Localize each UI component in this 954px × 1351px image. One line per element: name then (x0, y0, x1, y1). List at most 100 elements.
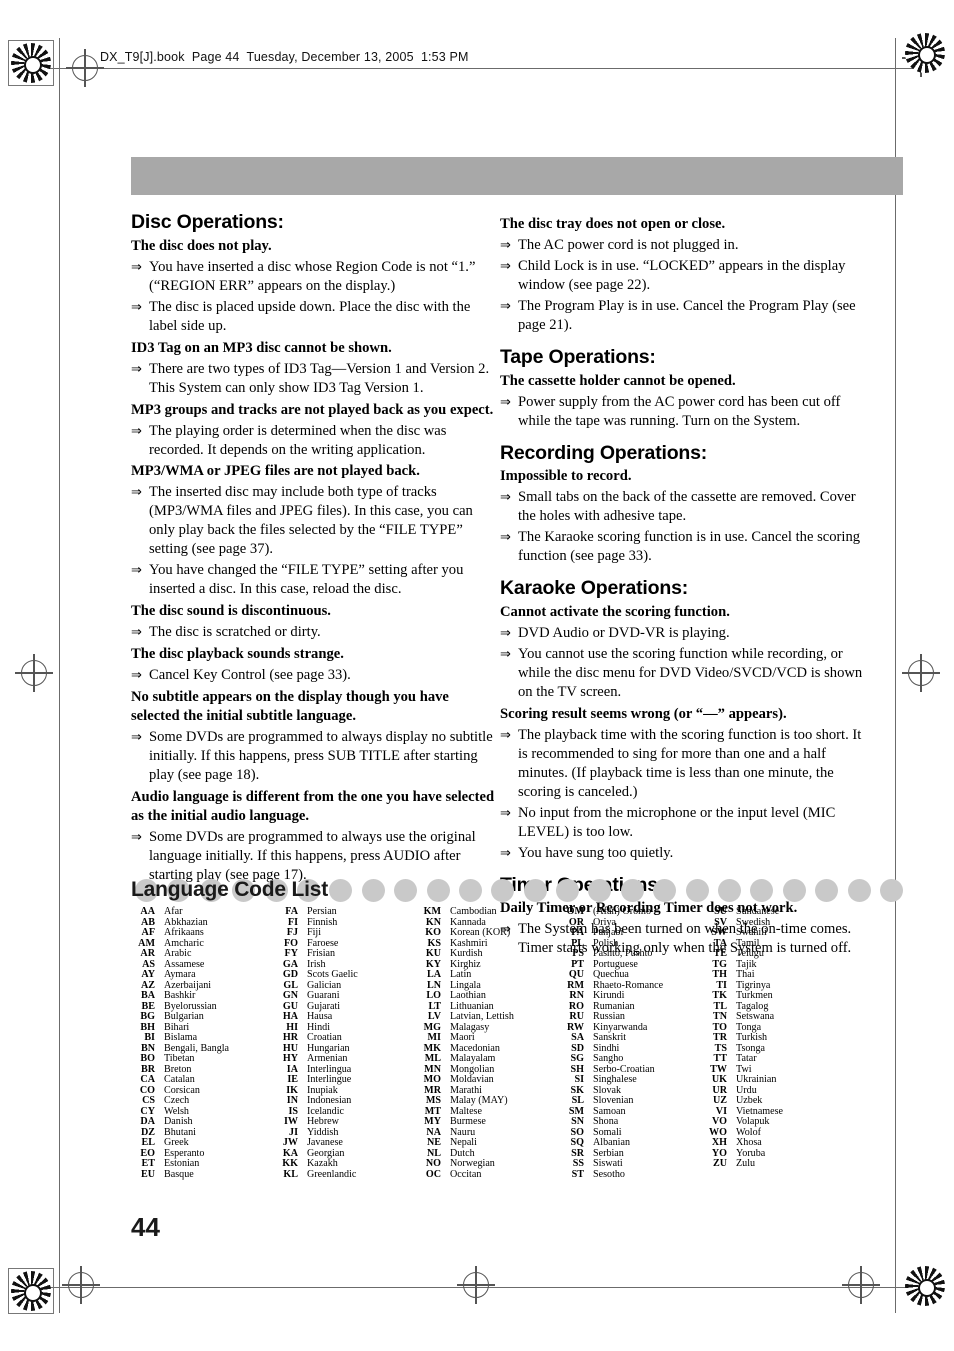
remedy-text: DVD Audio or DVD-VR is playing. (518, 625, 730, 642)
corner-target-bottom-left (11, 1271, 51, 1311)
language-code-row: DA Danish (131, 1116, 274, 1128)
arrow-bullet-icon: ⇒ (131, 360, 142, 376)
language-code: NO (425, 1158, 441, 1169)
remedy-item: ⇒ Some DVDs are programmed to always disp… (131, 728, 495, 785)
language-name: Albanian (593, 1137, 630, 1148)
language-code-row: SI Singhalese (560, 1074, 703, 1086)
language-code-row: WO Wolof (703, 1127, 863, 1139)
language-code-row: GD Scots Gaelic (274, 969, 417, 981)
remedy-text: You cannot use the scoring function whil… (518, 645, 863, 700)
language-name: Hebrew (307, 1116, 339, 1127)
right-text-column: The disc tray does not open or close. ⇒ Th… (500, 212, 864, 958)
remedy-text: Cancel Key Control (see page 33). (149, 667, 351, 684)
language-code-column: OM (Afan) Oromo OR Oriya PA Panjabi PL Polish PS… (560, 906, 703, 1180)
language-code: KK (282, 1158, 298, 1169)
language-code-row: TT Tatar (703, 1053, 863, 1065)
section-heading: Disc Operations: (131, 211, 284, 233)
language-code-row: BI Bislama (131, 1032, 274, 1044)
arrow-bullet-icon: ⇒ (131, 828, 142, 844)
language-code: SL (571, 1095, 584, 1106)
language-name: Arabic (164, 948, 192, 959)
language-name: Armenian (307, 1053, 348, 1064)
language-code: IE (287, 1074, 298, 1085)
remedy-text: The playback time with the scoring funct… (518, 726, 862, 800)
banner-decor-dot (458, 878, 482, 902)
language-code: NE (426, 1137, 441, 1148)
language-code: MI (427, 1032, 441, 1043)
language-code: MS (425, 1095, 441, 1106)
language-code-row: TL Tagalog (703, 1001, 863, 1013)
language-name: Korean (KOR) (450, 927, 511, 938)
language-code-row: NE Nepali (417, 1137, 560, 1149)
remedy-text: Small tabs on the back of the cassette a… (518, 489, 856, 525)
language-code-row: FJ Fiji (274, 927, 417, 939)
language-code-row: LO Laothian (417, 990, 560, 1002)
banner-decor-dot (750, 878, 774, 902)
registration-mark-bottom-center (457, 1266, 495, 1304)
language-code-column: SU Sundanese SV Swedish SW Swahili TA Tamil TE Te… (703, 906, 863, 1180)
language-name: Frisian (307, 948, 336, 959)
language-code: AR (140, 948, 155, 959)
language-code: BO (140, 1053, 155, 1064)
language-code: BI (144, 1032, 155, 1043)
left-text-column: Disc Operations: The disc does not play. ⇒… (131, 211, 495, 885)
language-name: Laothian (450, 990, 486, 1001)
language-name: Afar (164, 906, 183, 917)
language-code-row: YO Yoruba (703, 1147, 863, 1160)
language-name: Basque (164, 1168, 194, 1180)
language-code-row: SW Swahili (703, 927, 863, 939)
language-code: XH (711, 1137, 727, 1148)
language-code-row: SL Slovenian (560, 1095, 703, 1107)
remedy-item: ⇒ The Program Play is in use. Cancel the … (500, 297, 864, 335)
language-code: PA (571, 927, 584, 938)
arrow-bullet-icon: ⇒ (500, 529, 511, 545)
banner-decor-dot (426, 878, 450, 902)
arrow-bullet-icon: ⇒ (131, 298, 142, 314)
remedy-text: The disc is scratched or dirty. (149, 624, 321, 641)
remedy-item: ⇒ The playback time with the scoring func… (500, 726, 864, 802)
banner-decor-dot (847, 878, 871, 902)
language-code-row: TS Tsonga (703, 1043, 863, 1055)
remedy-item: ⇒ The disc is scratched or dirty. (131, 623, 495, 642)
language-code-row: HR Croatian (274, 1032, 417, 1044)
language-code-row: RN Kirundi (560, 990, 703, 1002)
language-code-row: TW Twi (703, 1064, 863, 1076)
language-name: Yoruba (736, 1147, 766, 1159)
remedy-item: ⇒ Cancel Key Control (see page 33). (131, 666, 495, 685)
remedy-item: ⇒ Power supply from the AC power cord has… (500, 393, 864, 431)
language-code-row: TR Turkish (703, 1032, 863, 1044)
language-code: TT (713, 1053, 727, 1064)
language-code-column: KM Cambodian KN Kannada KO Korean (KOR) KS Kash… (417, 906, 560, 1180)
language-code-row: SA Sanskrit (560, 1032, 703, 1044)
banner-decor-dot (361, 878, 385, 902)
language-code: TE (713, 948, 727, 959)
language-code: ST (571, 1168, 584, 1180)
language-name: Kirundi (593, 990, 625, 1001)
remedy-item: ⇒ There are two types of ID3 Tag—Version … (131, 360, 495, 398)
language-code: AF (141, 927, 155, 938)
banner-decor-dot (782, 878, 806, 902)
language-code: FA (285, 906, 298, 917)
arrow-bullet-icon: ⇒ (131, 624, 142, 640)
language-code-row: SU Sundanese (703, 906, 863, 918)
language-code: MY (424, 1116, 441, 1127)
language-name: Tajik (736, 958, 757, 970)
language-code-row: LV Latvian, Lettish (417, 1011, 560, 1023)
remedy-text: The inserted disc may include both type … (149, 484, 473, 558)
section-heading: Tape Operations: (500, 345, 656, 368)
language-name: Russian (593, 1011, 625, 1022)
language-name: Singhalese (593, 1074, 637, 1085)
remedy-text: Child Lock is in use. “LOCKED” appears i… (518, 257, 846, 293)
language-code-row: LA Latin (417, 969, 560, 981)
language-name: Bashkir (164, 990, 196, 1001)
book-file-header: DX_T9[J].book Page 44 Tuesday, December … (100, 50, 469, 64)
language-code-row: ZU Zulu (703, 1158, 863, 1170)
language-code-row: IN Indonesian (274, 1095, 417, 1107)
language-code-row: TH Thai (703, 969, 863, 981)
language-name: Afrikaans (164, 927, 204, 938)
banner-decor-dot (879, 878, 903, 902)
language-code-column: FA Persian FI Finnish FJ Fiji FO Faroese FY Frisi… (274, 906, 417, 1180)
language-code: IN (286, 1095, 298, 1106)
language-code-column: AA Afar AB Abkhazian AF Afrikaans AM Amcharic AR… (131, 906, 274, 1180)
language-code-row: XH Xhosa (703, 1137, 863, 1149)
